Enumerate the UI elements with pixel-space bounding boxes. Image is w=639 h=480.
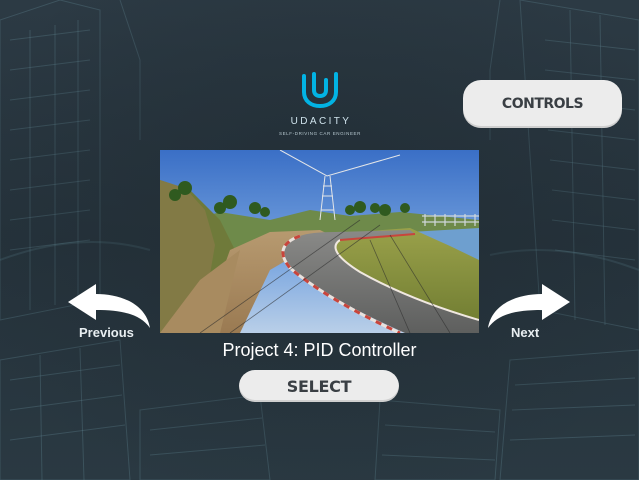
previous-button[interactable]: Previous [66, 282, 152, 342]
next-button[interactable]: Next [486, 282, 572, 342]
previous-label: Previous [79, 325, 134, 340]
next-label: Next [511, 325, 540, 340]
select-button[interactable]: SELECT [239, 370, 399, 402]
track-preview-image [160, 150, 479, 333]
curved-arrow-left-icon [68, 284, 150, 328]
track-title: Project 4: PID Controller [222, 340, 417, 360]
udacity-logo-icon [302, 72, 338, 109]
select-button-label: SELECT [286, 376, 352, 396]
brand-name: UDACITY [290, 116, 352, 127]
curved-arrow-right-icon [488, 284, 570, 328]
controls-button[interactable]: CONTROLS [463, 80, 622, 128]
controls-button-label: CONTROLS [501, 96, 584, 112]
brand-tagline: SELF-DRIVING CAR ENGINEER [278, 131, 361, 136]
udacity-logo: UDACITY SELF-DRIVING CAR ENGINEER [270, 70, 370, 136]
